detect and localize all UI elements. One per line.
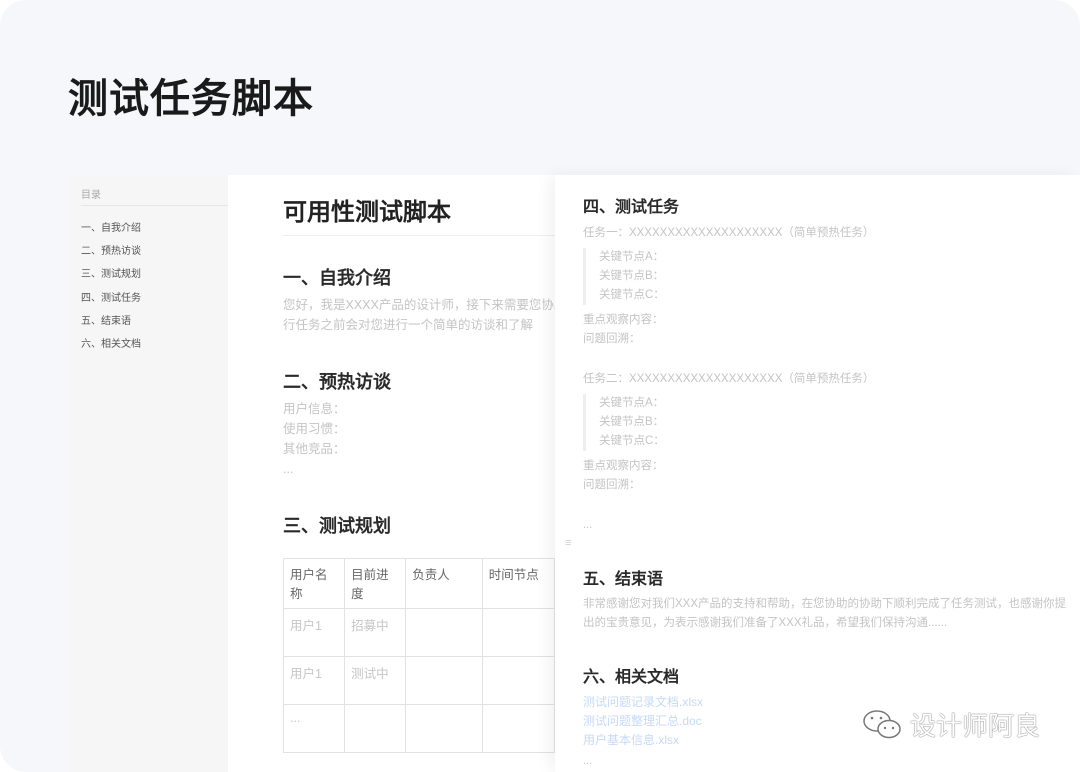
section-heading: 六、相关文档 — [583, 669, 680, 686]
document-link[interactable]: 用户基本信息.xlsx — [583, 731, 679, 750]
section-heading: 四、测试任务 — [583, 199, 680, 216]
quote-bar — [583, 394, 586, 451]
toc-sidebar: 目录 一、自我介绍 二、预热访谈 三、测试规划 四、测试任务 五、结束语 六、相… — [68, 175, 228, 772]
toc-item[interactable]: 五、结束语 — [81, 312, 131, 327]
text-line: 其他竞品： — [283, 442, 346, 456]
table-cell — [481, 656, 556, 705]
page-title: 测试任务脚本 — [68, 77, 314, 121]
quote-bar — [583, 248, 586, 305]
table-cell: 招募中 — [344, 608, 407, 657]
paragraph-line: 非常感谢您对我们XXX产品的支持和帮助，在您协助的协助下顺利完成了任务测试，也感… — [583, 598, 1067, 610]
divider — [283, 235, 555, 236]
ellipsis: ... — [583, 755, 593, 767]
document-page-continued: 四、测试任务 任务一：XXXXXXXXXXXXXXXXXXXX（简单预热任务） … — [555, 175, 1080, 772]
document-page: 可用性测试脚本 一、自我介绍 您好，我是XXXX产品的设计师，接下来需要您协助 … — [228, 175, 566, 772]
text-line: 用户信息： — [283, 402, 346, 416]
watermark-text: 设计师阿良 — [910, 711, 1041, 741]
section-heading: 二、预热访谈 — [283, 372, 391, 392]
table-cell: 用户1 — [282, 656, 346, 705]
wechat-icon — [863, 709, 901, 738]
task-title: 任务一：XXXXXXXXXXXXXXXXXXXX（简单预热任务） — [583, 227, 875, 239]
toc-item[interactable]: 一、自我介绍 — [81, 219, 141, 234]
section-heading: 五、结束语 — [583, 571, 664, 588]
table-cell — [405, 608, 483, 657]
drag-handle-icon[interactable]: ≡ — [565, 537, 571, 549]
table-cell — [481, 704, 556, 753]
key-node: 关键节点B： — [599, 416, 665, 428]
key-node: 关键节点C： — [599, 435, 665, 447]
page-background: 测试任务脚本 目录 一、自我介绍 二、预热访谈 三、测试规划 四、测试任务 五、… — [0, 0, 1080, 772]
toc-heading: 目录 — [81, 190, 101, 201]
toc-item[interactable]: 四、测试任务 — [81, 289, 141, 304]
column-header: 时间节点 — [481, 558, 556, 609]
section-heading: 一、自我介绍 — [283, 268, 391, 288]
table-row: 用户1 测试中 — [282, 656, 556, 705]
key-node: 关键节点A： — [599, 251, 665, 263]
divider — [81, 205, 228, 206]
watermark: 设计师阿良 — [862, 706, 1040, 743]
column-header: 目前进度 — [344, 558, 407, 609]
review-label: 问题回溯： — [583, 479, 641, 491]
paragraph-line: 行任务之前会对您进行一个简单的访谈和了解 — [283, 318, 534, 332]
table-cell: 用户1 — [282, 608, 346, 657]
test-plan-table: 用户名称 目前进度 负责人 时间节点 用户1 招募中 用户1 测试中 ... — [282, 558, 556, 753]
document-link[interactable]: 测试问题整理汇总.doc — [583, 712, 702, 731]
task-title: 任务二：XXXXXXXXXXXXXXXXXXXX（简单预热任务） — [583, 373, 875, 385]
paragraph-line: 出的宝贵意见，为表示感谢我们准备了XXX礼品，希望我们保持沟通...... — [583, 617, 948, 629]
table-cell: 测试中 — [344, 656, 407, 705]
table-cell — [405, 704, 483, 753]
document-title: 可用性测试脚本 — [283, 199, 451, 226]
table-header-row: 用户名称 目前进度 负责人 时间节点 — [282, 558, 556, 609]
table-row: ... — [282, 704, 556, 753]
observe-label: 重点观察内容： — [583, 460, 664, 472]
toc-item[interactable]: 三、测试规划 — [81, 265, 141, 280]
toc-item[interactable]: 六、相关文档 — [81, 335, 141, 350]
table-cell — [405, 656, 483, 705]
table-row: 用户1 招募中 — [282, 608, 556, 657]
text-line: 使用习惯： — [283, 422, 346, 436]
table-cell: ... — [282, 704, 346, 753]
document-link[interactable]: 测试问题记录文档.xlsx — [583, 693, 703, 712]
toc-item[interactable]: 二、预热访谈 — [81, 242, 141, 257]
section-heading: 三、测试规划 — [283, 516, 391, 536]
table-cell — [481, 608, 556, 657]
key-node: 关键节点B： — [599, 270, 665, 282]
key-node: 关键节点C： — [599, 289, 665, 301]
column-header: 负责人 — [405, 558, 483, 609]
key-node: 关键节点A： — [599, 397, 665, 409]
table-cell — [344, 704, 407, 753]
column-header: 用户名称 — [282, 558, 346, 609]
paragraph-line: 您好，我是XXXX产品的设计师，接下来需要您协助 — [283, 298, 567, 312]
observe-label: 重点观察内容： — [583, 314, 664, 326]
text-line: ... — [283, 462, 294, 476]
ellipsis: ... — [583, 519, 593, 531]
review-label: 问题回溯： — [583, 333, 641, 345]
